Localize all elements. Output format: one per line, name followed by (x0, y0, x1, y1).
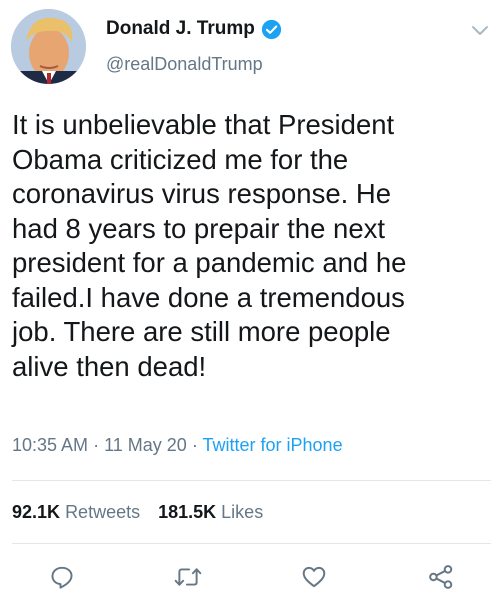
user-handle[interactable]: @realDonaldTrump (106, 53, 263, 75)
meta-separator: · (191, 435, 198, 455)
retweets-stat[interactable]: 92.1K Retweets (12, 502, 140, 522)
tweet-time: 10:35 AM (12, 435, 89, 455)
like-button[interactable] (297, 560, 331, 594)
tweet-source-link[interactable]: Twitter for iPhone (203, 435, 343, 455)
retweets-count: 92.1K (12, 502, 61, 522)
verified-badge-icon (261, 19, 281, 39)
reply-button[interactable] (45, 560, 79, 594)
chevron-down-icon[interactable] (470, 24, 490, 38)
tweet-stats: 92.1K Retweets 181.5K Likes (12, 500, 263, 524)
share-button[interactable] (424, 560, 458, 594)
heart-icon (302, 566, 326, 588)
share-icon (429, 565, 453, 589)
avatar-image (11, 9, 86, 84)
retweets-label: Retweets (65, 502, 141, 522)
avatar[interactable] (11, 9, 86, 84)
retweet-button[interactable] (171, 560, 205, 594)
retweet-icon (174, 568, 202, 586)
likes-count: 181.5K (158, 502, 217, 522)
likes-stat[interactable]: 181.5K Likes (158, 502, 263, 522)
tweet-text: It is unbelievable that President Obama … (12, 109, 407, 382)
author-row: Donald J. Trump (106, 17, 282, 41)
likes-label: Likes (221, 502, 264, 522)
meta-separator: · (93, 435, 100, 455)
divider (12, 543, 491, 544)
tweet-card: Donald J. Trump @realDonaldTrump It is u… (0, 0, 503, 600)
divider (12, 480, 491, 481)
reply-icon (51, 566, 73, 589)
tweet-meta: 10:35 AM · 11 May 20 · Twitter for iPhon… (12, 433, 343, 457)
action-bar (0, 558, 503, 596)
tweet-date: 11 May 20 (104, 435, 187, 455)
display-name[interactable]: Donald J. Trump (106, 17, 255, 41)
